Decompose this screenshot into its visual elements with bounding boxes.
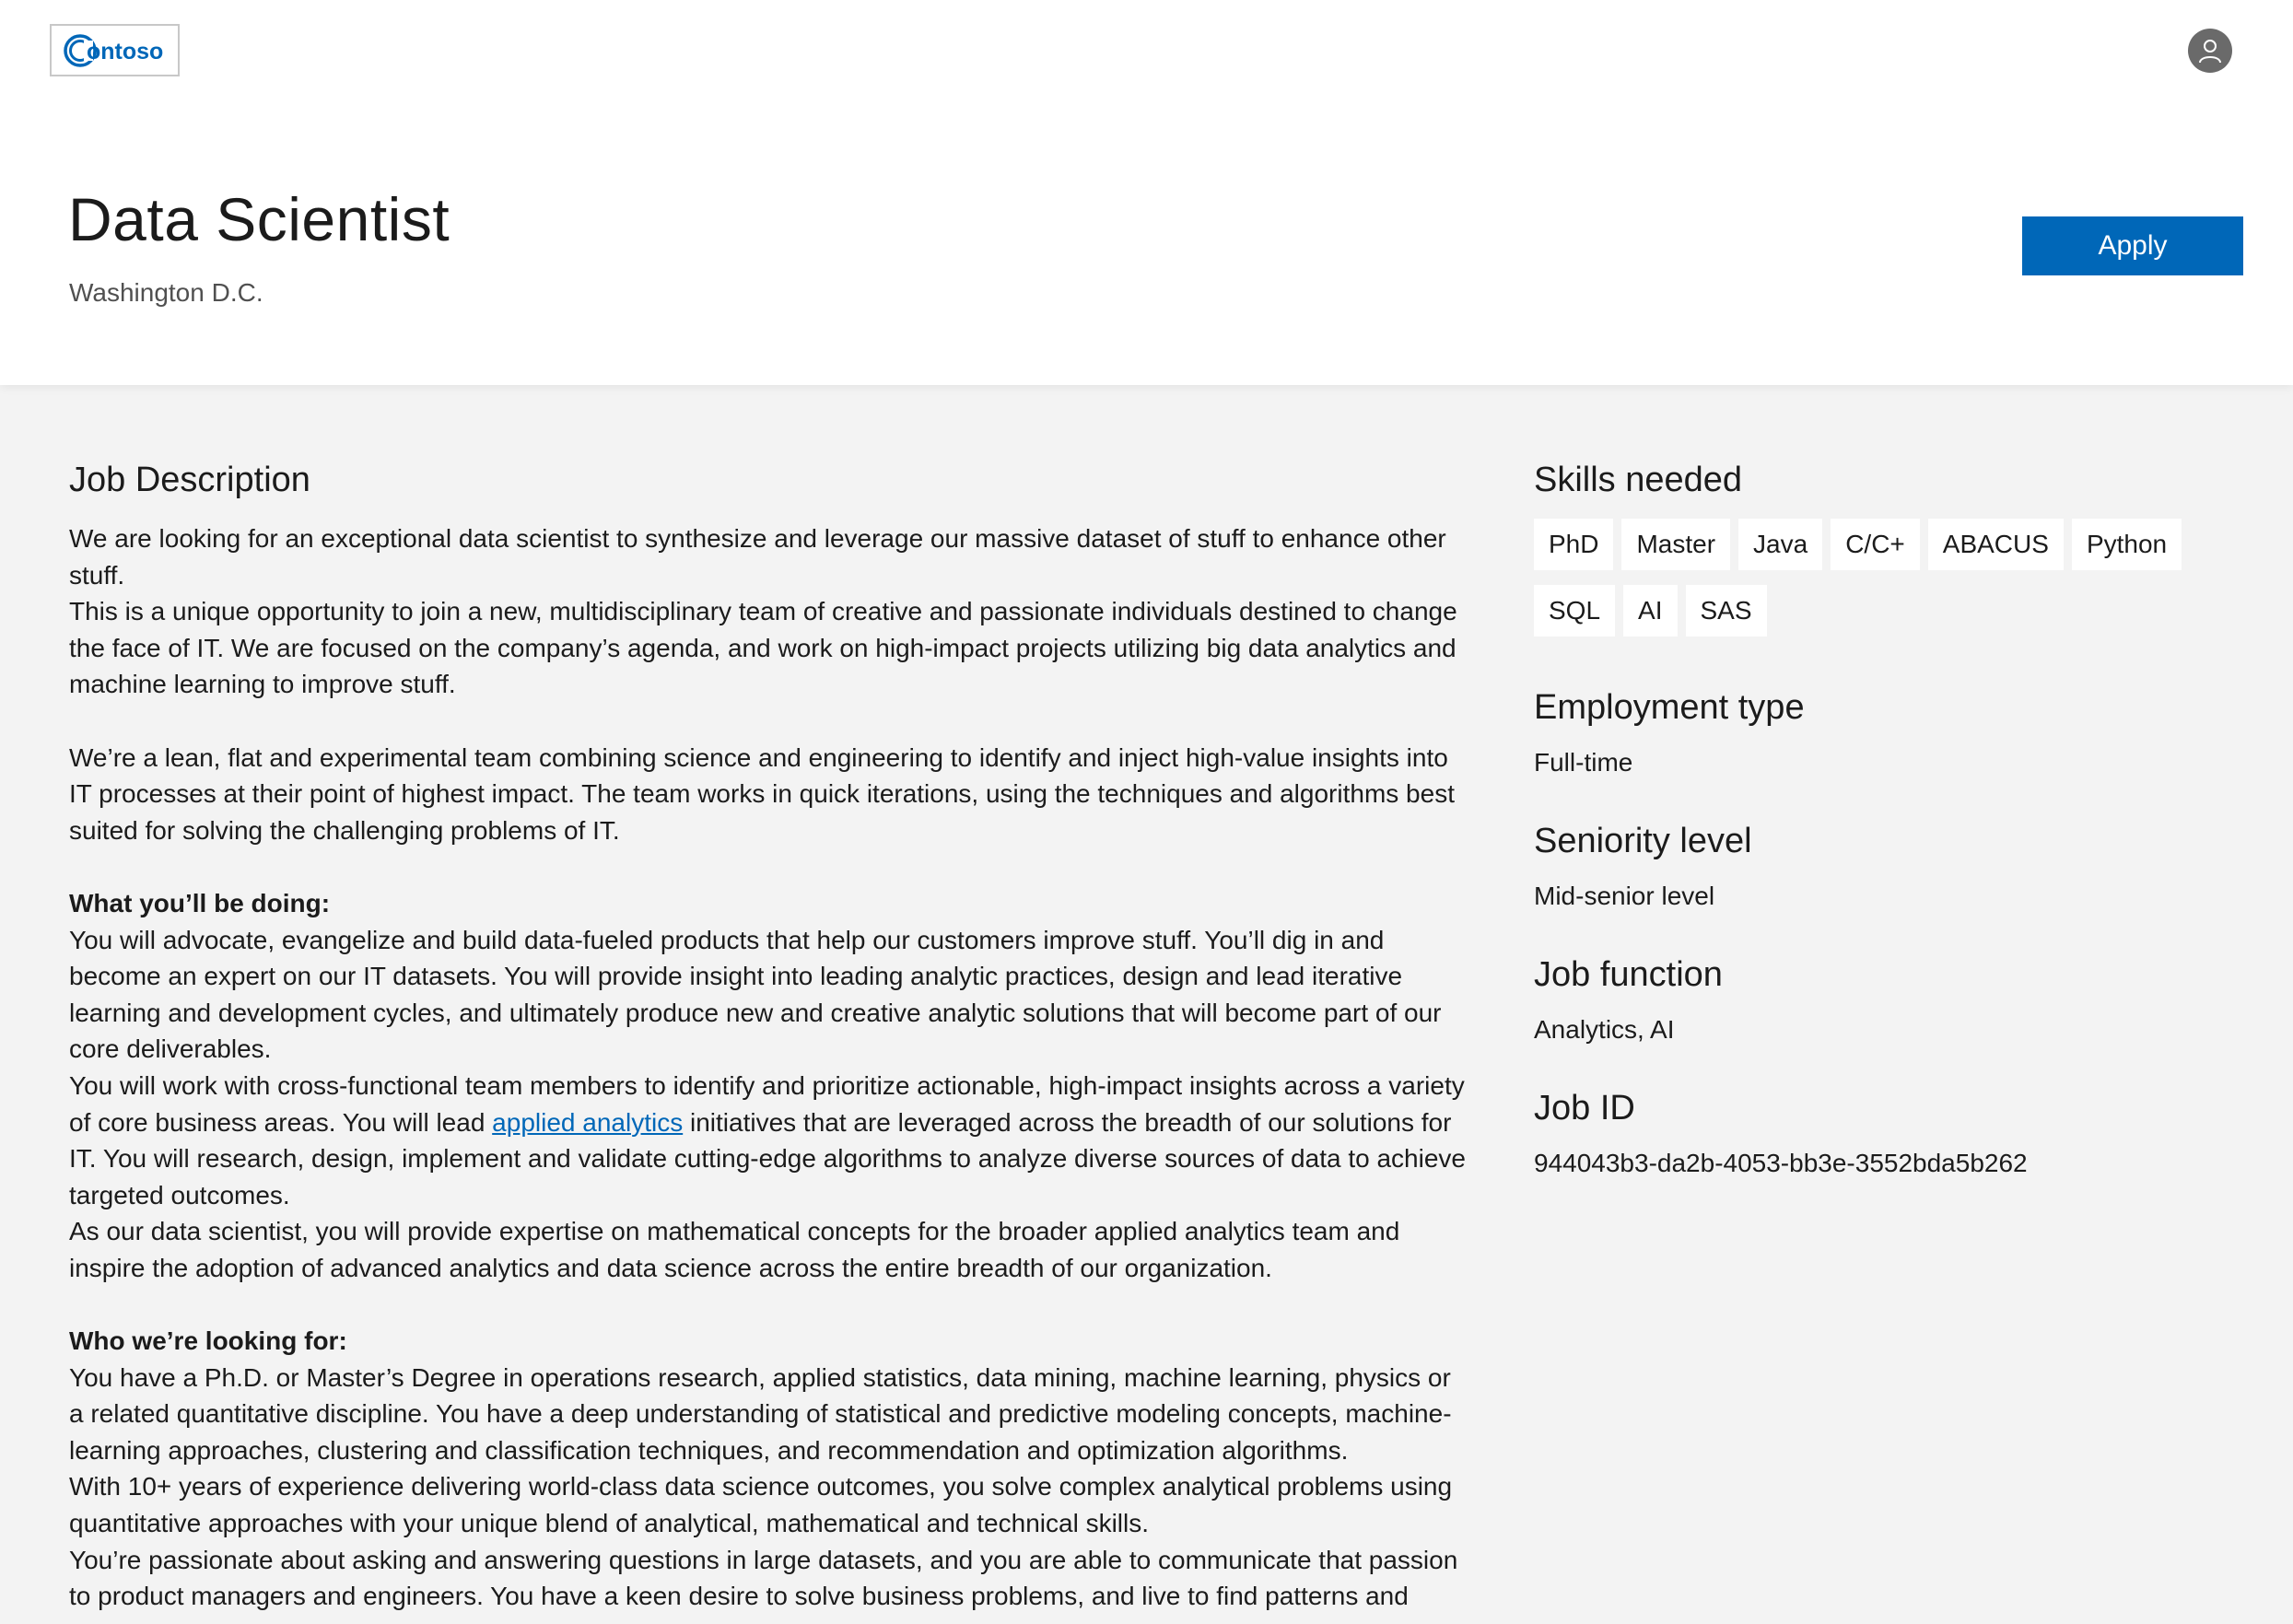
- description-paragraph: With 10+ years of experience delivering …: [69, 1472, 1453, 1538]
- seniority-level-heading: Seniority level: [1534, 822, 1752, 860]
- skills-heading: Skills needed: [1534, 461, 1743, 499]
- job-title: Data Scientist: [68, 185, 450, 253]
- skill-chip: ABACUS: [1927, 519, 2064, 570]
- skill-chip: SAS: [1685, 585, 1767, 637]
- description-paragraph: You will advocate, evangelize and build …: [69, 925, 1442, 1064]
- contoso-logo[interactable]: ontoso: [50, 24, 180, 76]
- person-icon: [2199, 40, 2221, 64]
- skill-chip: C/C+: [1831, 519, 1920, 570]
- skill-chip: PhD: [1534, 519, 1614, 570]
- skill-chip: Master: [1621, 519, 1731, 570]
- job-details-sidebar: Skills needed PhD Master Java C/C+ ABACU…: [1534, 461, 2234, 1222]
- employment-type-value: Full-time: [1534, 748, 1633, 777]
- job-function-value: Analytics, AI: [1534, 1015, 1675, 1044]
- page-header: ontoso Data Scientist Washington D.C. Ap…: [0, 0, 2293, 385]
- skills-list: PhD Master Java C/C+ ABACUS Python SQL A…: [1534, 519, 2197, 637]
- job-id-heading: Job ID: [1534, 1089, 1635, 1127]
- job-function-heading: Job function: [1534, 955, 1723, 994]
- user-avatar[interactable]: [2188, 29, 2232, 73]
- job-id-value: 944043b3-da2b-4053-bb3e-3552bda5b262: [1534, 1149, 2028, 1177]
- description-paragraph: You will work with cross-functional team…: [69, 1068, 1469, 1213]
- employment-type-heading: Employment type: [1534, 688, 1805, 727]
- looking-for-heading: Who we’re looking for:: [69, 1326, 347, 1356]
- doing-heading: What you’ll be doing:: [69, 888, 331, 917]
- description-paragraph: This is a unique opportunity to join a n…: [69, 597, 1457, 699]
- apply-button[interactable]: Apply: [2022, 216, 2243, 275]
- skill-chip: Python: [2071, 519, 2182, 570]
- description-paragraph: We are looking for an exceptional data s…: [69, 524, 1446, 590]
- skill-chip: SQL: [1534, 585, 1616, 637]
- job-description-heading: Job Description: [69, 461, 310, 499]
- svg-text:ontoso: ontoso: [87, 39, 163, 64]
- description-paragraph: You’re passionate about asking and answe…: [69, 1545, 1458, 1611]
- applied-analytics-link[interactable]: applied analytics: [492, 1108, 683, 1137]
- skill-chip: Java: [1738, 519, 1823, 570]
- contoso-logo-mark: ontoso: [63, 33, 163, 67]
- seniority-level-value: Mid-senior level: [1534, 882, 1715, 910]
- description-paragraph: We’re a lean, flat and experimental team…: [69, 742, 1455, 845]
- description-paragraph: You have a Ph.D. or Master’s Degree in o…: [69, 1362, 1452, 1465]
- description-paragraph: As our data scientist, you will provide …: [69, 1217, 1400, 1282]
- job-location: Washington D.C.: [69, 278, 263, 307]
- job-description-body: We are looking for an exceptional data s…: [69, 520, 1469, 1615]
- job-description-section: Job Description We are looking for an ex…: [69, 461, 1469, 1615]
- skill-chip: AI: [1623, 585, 1678, 637]
